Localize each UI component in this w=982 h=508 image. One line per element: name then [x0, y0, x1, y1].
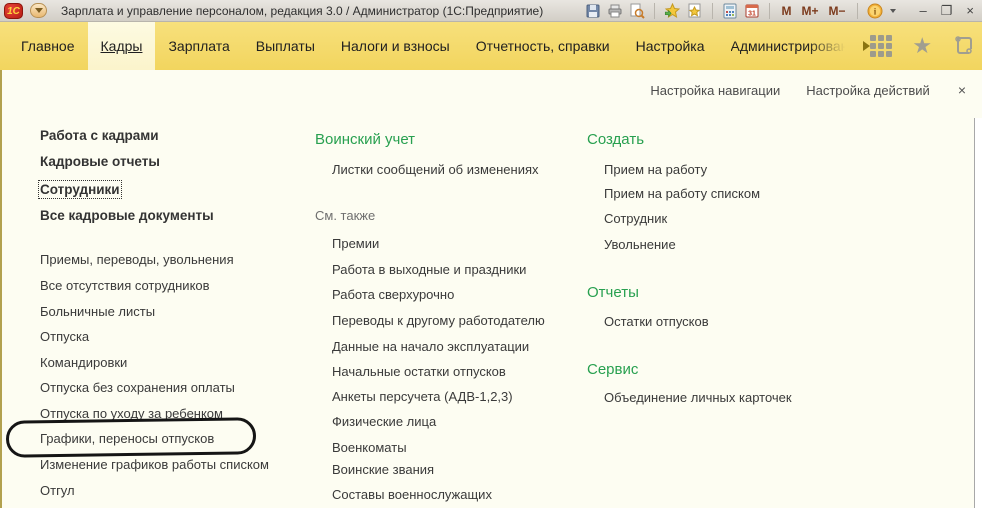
see-also-label: См. также — [315, 206, 375, 226]
section-tab-bar: Главное Кадры Зарплата Выплаты Налоги и … — [0, 22, 982, 70]
all-functions-grid-icon[interactable] — [870, 35, 892, 57]
nav-link[interactable]: Изменение графиков работы списком — [40, 455, 269, 475]
chevron-right-icon — [863, 41, 870, 51]
nav-link[interactable]: Работа сверхурочно — [332, 285, 454, 305]
print-preview-icon[interactable] — [629, 3, 645, 19]
tab-glavnoe[interactable]: Главное — [8, 22, 88, 70]
history-icon[interactable] — [952, 34, 974, 59]
nav-link[interactable]: Командировки — [40, 353, 127, 373]
nav-link[interactable]: Физические лица — [332, 412, 436, 432]
tab-overflow-arrow[interactable] — [863, 22, 870, 70]
maximize-button[interactable]: ❐ — [937, 1, 957, 21]
nav-link-annotated[interactable]: Графики, переносы отпусков — [40, 429, 214, 449]
nav-link[interactable]: Листки сообщений об изменениях — [332, 160, 539, 180]
group-link[interactable]: Кадровые отчеты — [40, 152, 160, 172]
calendar-icon[interactable]: 31 — [744, 3, 760, 19]
nav-link[interactable]: Составы военнослужащих — [332, 485, 492, 505]
group-link-focused[interactable]: Сотрудники — [40, 180, 120, 200]
nav-link[interactable]: Воинские звания — [332, 460, 434, 480]
action-link[interactable]: Остатки отпусков — [604, 312, 709, 332]
chevron-down-icon[interactable] — [890, 9, 896, 13]
nav-link[interactable]: Переводы к другому работодателю — [332, 311, 545, 331]
tab-nalogi[interactable]: Налоги и взносы — [328, 22, 463, 70]
panel-header: Настройка навигации Настройка действий × — [650, 82, 968, 98]
info-icon[interactable]: i — [867, 3, 883, 19]
nav-link[interactable]: Премии — [332, 234, 379, 254]
group-link[interactable]: Работа с кадрами — [40, 126, 159, 146]
nav-link[interactable]: Все отсутствия сотрудников — [40, 276, 210, 296]
tab-nastroyka[interactable]: Настройка — [623, 22, 718, 70]
nav-link[interactable]: Приемы, переводы, увольнения — [40, 250, 234, 270]
title-bar: 1С Зарплата и управление персоналом, ред… — [0, 0, 982, 22]
tab-zarplata[interactable]: Зарплата — [155, 22, 242, 70]
print-icon[interactable] — [607, 3, 623, 19]
memory-minus-button[interactable]: M− — [827, 4, 848, 18]
nav-link[interactable]: Отпуска без сохранения оплаты — [40, 378, 235, 398]
main-menu-button[interactable] — [30, 3, 47, 18]
group-link[interactable]: Все кадровые документы — [40, 206, 214, 226]
nav-link[interactable]: Начальные остатки отпусков — [332, 362, 506, 382]
nav-link[interactable]: Отпуска — [40, 327, 89, 347]
chevron-down-icon — [35, 8, 43, 13]
section-header: Воинский учет — [315, 130, 415, 150]
action-link[interactable]: Увольнение — [604, 235, 676, 255]
panel-close-icon[interactable]: × — [956, 82, 968, 98]
close-button[interactable]: × — [962, 1, 978, 21]
tab-kadry[interactable]: Кадры — [88, 22, 156, 70]
action-link[interactable]: Прием на работу списком — [604, 184, 760, 204]
focused-label: Сотрудники — [40, 182, 120, 197]
calculator-icon[interactable] — [722, 3, 738, 19]
nav-link[interactable]: Анкеты персучета (АДВ-1,2,3) — [332, 387, 513, 407]
add-favorite-icon[interactable] — [664, 3, 681, 19]
section-header: Создать — [587, 130, 644, 150]
action-link[interactable]: Прием на работу — [604, 160, 707, 180]
section-header: Отчеты — [587, 283, 639, 303]
1c-logo-icon: 1С — [4, 3, 23, 19]
nav-link[interactable]: Военкоматы — [332, 438, 407, 458]
memory-button[interactable]: M — [779, 4, 793, 18]
kadry-functions-panel: Настройка навигации Настройка действий ×… — [0, 70, 982, 508]
window-title: Зарплата и управление персоналом, редакц… — [61, 4, 543, 18]
toolbar-separator — [769, 3, 770, 19]
nav-link[interactable]: Отпуска по уходу за ребенком — [40, 404, 223, 424]
nav-link[interactable]: Данные на начало эксплуатации — [332, 337, 529, 357]
tab-vyplaty[interactable]: Выплаты — [243, 22, 328, 70]
tab-otchetnost[interactable]: Отчетность, справки — [463, 22, 623, 70]
nav-link[interactable]: Отгул — [40, 481, 75, 501]
nav-link[interactable]: Больничные листы — [40, 302, 155, 322]
actions-setup-link[interactable]: Настройка действий — [806, 83, 930, 98]
save-icon[interactable] — [585, 3, 601, 19]
favorites-star-icon[interactable]: ★ — [912, 35, 932, 57]
app-window: 1С Зарплата и управление персоналом, ред… — [0, 0, 982, 508]
toolbar-separator — [857, 3, 858, 19]
toolbar-separator — [712, 3, 713, 19]
section-header: Сервис — [587, 360, 638, 380]
vertical-scrollbar[interactable] — [974, 118, 982, 508]
toolbar-separator — [654, 3, 655, 19]
action-link[interactable]: Сотрудник — [604, 209, 667, 229]
memory-plus-button[interactable]: M+ — [799, 4, 820, 18]
action-link[interactable]: Объединение личных карточек — [604, 388, 792, 408]
favorites-icon[interactable] — [687, 3, 703, 19]
tab-administrirovanie[interactable]: Администрирован — [718, 22, 862, 70]
svg-text:31: 31 — [749, 10, 757, 17]
minimize-button[interactable]: – — [916, 1, 931, 21]
navigation-setup-link[interactable]: Настройка навигации — [650, 83, 780, 98]
nav-link[interactable]: Работа в выходные и праздники — [332, 260, 526, 280]
